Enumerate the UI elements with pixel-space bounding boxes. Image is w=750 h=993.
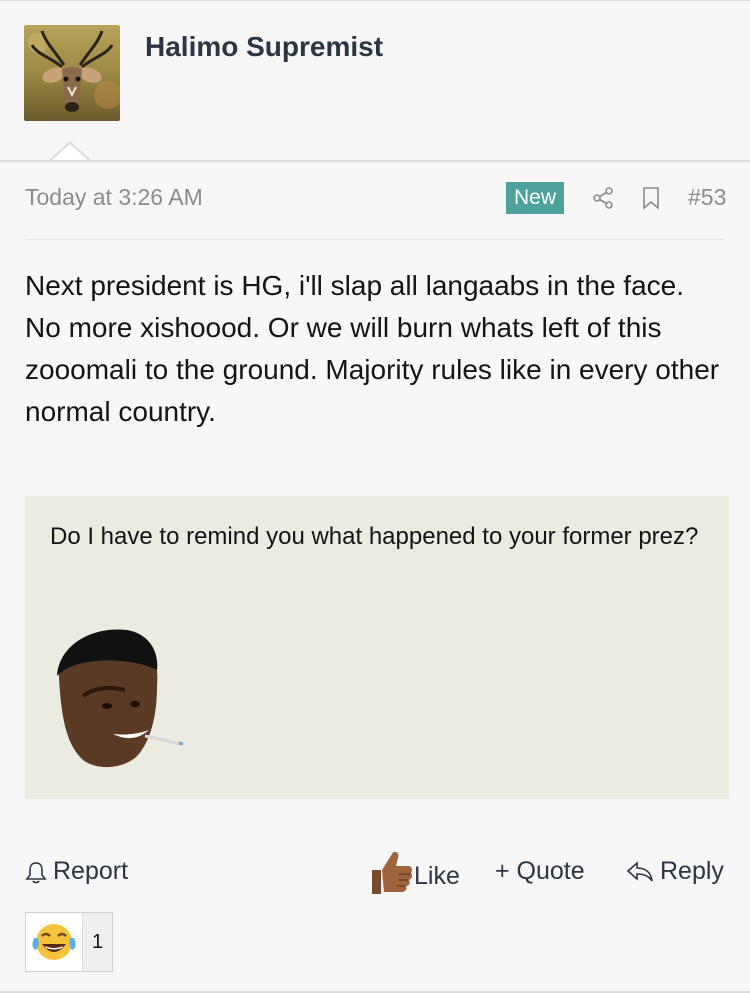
- like-button[interactable]: Like: [368, 848, 460, 896]
- share-icon[interactable]: [591, 186, 615, 210]
- quote-text: Do I have to remind you what happened to…: [50, 523, 699, 550]
- smiling-man-sticker-icon: [53, 626, 188, 774]
- new-badge: New: [506, 182, 564, 214]
- like-label: Like: [414, 861, 460, 890]
- user-avatar[interactable]: [24, 25, 120, 121]
- bell-icon: [25, 861, 47, 883]
- quote-block: Do I have to remind you what happened to…: [25, 496, 729, 799]
- post-header: Halimo Supremist: [0, 1, 750, 160]
- reaction-count: 1: [92, 930, 104, 953]
- reply-button[interactable]: Reply: [626, 857, 724, 886]
- author-name[interactable]: Halimo Supremist: [145, 31, 383, 63]
- meta-divider: [25, 239, 725, 240]
- post-number-link[interactable]: #53: [688, 184, 726, 211]
- post-timestamp[interactable]: Today at 3:26 AM: [25, 184, 203, 211]
- post-body: Next president is HG, i'll slap all lang…: [25, 270, 720, 427]
- thumbs-up-icon: [372, 851, 413, 894]
- reaction-summary[interactable]: 1: [25, 912, 113, 972]
- report-button[interactable]: Report: [25, 857, 128, 886]
- quote-label: + Quote: [495, 857, 585, 885]
- quote-button[interactable]: + Quote: [495, 857, 585, 886]
- post-container: Today at 3:26 AM New #53 Next president …: [0, 162, 750, 993]
- report-label: Report: [53, 857, 129, 885]
- reply-label: Reply: [660, 857, 724, 885]
- laughing-tears-emoji-icon: [26, 913, 83, 971]
- bookmark-icon[interactable]: [641, 186, 661, 210]
- reply-arrow-icon: [626, 860, 653, 881]
